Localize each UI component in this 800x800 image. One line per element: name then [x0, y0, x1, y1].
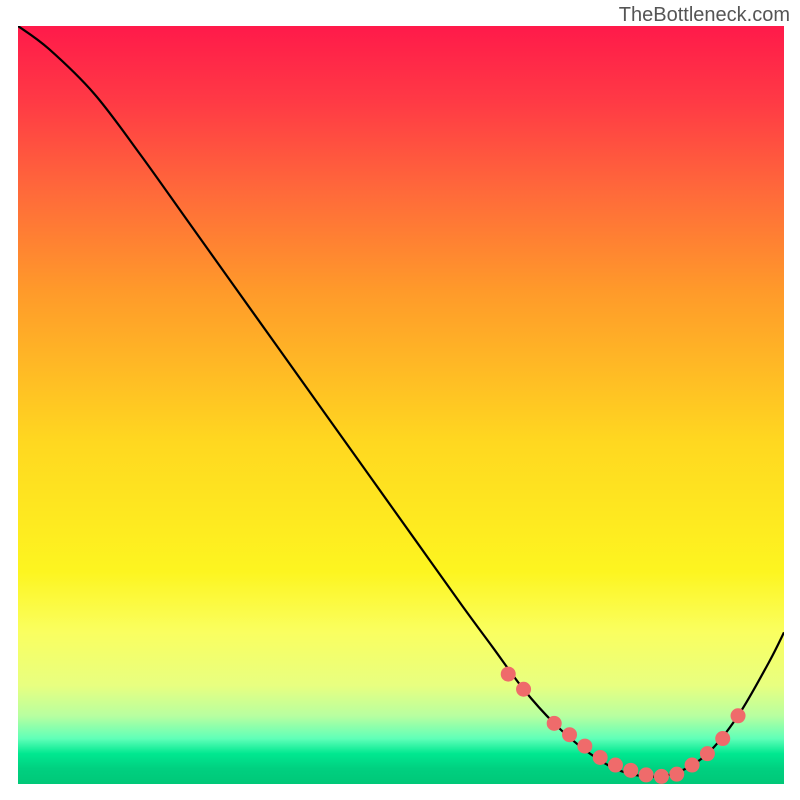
data-point [608, 758, 623, 773]
data-point [501, 667, 516, 682]
data-point [669, 767, 684, 782]
data-point [700, 746, 715, 761]
data-point [577, 739, 592, 754]
data-point [516, 682, 531, 697]
data-point [654, 769, 669, 784]
data-point [623, 763, 638, 778]
data-point [715, 731, 730, 746]
chart-svg [18, 26, 784, 784]
data-point [547, 716, 562, 731]
curve-path [18, 26, 784, 777]
marker-group [501, 667, 746, 784]
data-point [639, 767, 654, 782]
data-point [685, 758, 700, 773]
watermark-label: TheBottleneck.com [619, 4, 790, 27]
data-point [593, 750, 608, 765]
data-point [731, 708, 746, 723]
plot-area [18, 26, 784, 784]
data-point [562, 727, 577, 742]
